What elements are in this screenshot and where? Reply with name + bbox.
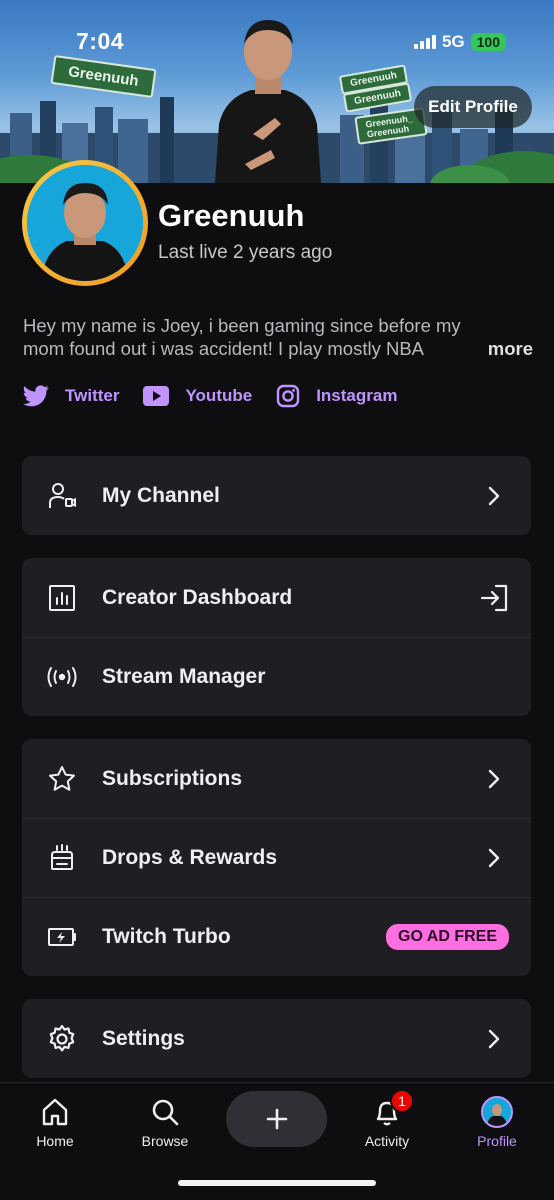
social-link-instagram[interactable]: Instagram — [276, 384, 397, 408]
bio-line-2-text: mom found out i was accident! I play mos… — [23, 338, 425, 359]
instagram-label: Instagram — [316, 386, 398, 405]
card-creator: Creator Dashboard Stream Manager — [22, 558, 531, 716]
status-bar-indicators: 5G 100 — [413, 32, 506, 52]
nav-home[interactable]: Home — [10, 1095, 100, 1149]
nav-browse-label: Browse — [141, 1133, 189, 1149]
social-links: Twitter Youtube Instagram — [23, 384, 421, 408]
twitter-label: Twitter — [65, 386, 120, 405]
chevron-right-icon — [479, 764, 509, 794]
bio-line-1: Hey my name is Joey, i been gaming since… — [23, 315, 461, 336]
bell-icon: 1 — [372, 1089, 414, 1129]
card-account: Subscriptions Drops & Rewards Twitch Tur… — [22, 739, 531, 976]
turbo-battery-icon — [46, 921, 78, 953]
home-icon — [40, 1095, 70, 1129]
menu-item-subscriptions[interactable]: Subscriptions — [22, 739, 531, 818]
nav-profile[interactable]: Profile — [452, 1095, 542, 1149]
profile-banner: Greenuuh Greenuuh Greenuuh Greenuuh_ Gre… — [0, 0, 554, 183]
home-indicator — [178, 1180, 376, 1186]
menu-item-drops-rewards[interactable]: Drops & Rewards — [22, 818, 531, 897]
nav-home-label: Home — [36, 1133, 74, 1149]
banner-person-graphic — [215, 20, 321, 183]
drops-rewards-label: Drops & Rewards — [102, 846, 278, 869]
subscriptions-label: Subscriptions — [102, 766, 243, 790]
my-channel-label: My Channel — [102, 483, 220, 507]
profile-avatar-large[interactable] — [22, 160, 148, 286]
profile-bio: Hey my name is Joey, i been gaming since… — [23, 314, 533, 360]
chevron-right-icon — [479, 843, 509, 873]
menu-item-stream-manager[interactable]: Stream Manager — [22, 637, 531, 716]
go-ad-free-badge[interactable]: GO AD FREE — [386, 924, 509, 950]
channel-user-icon — [46, 480, 78, 512]
nav-activity-label: Activity — [364, 1133, 410, 1149]
twitch-turbo-label: Twitch Turbo — [102, 925, 231, 948]
social-link-twitter[interactable]: Twitter — [23, 385, 119, 407]
dashboard-icon — [46, 582, 78, 614]
avatar-photo — [27, 165, 143, 281]
chevron-right-icon — [479, 1024, 509, 1054]
banner-sign-main: Greenuuh — [50, 54, 157, 99]
status-bar-time: 7:04 — [76, 28, 125, 54]
edit-profile-button[interactable]: Edit Profile — [414, 86, 532, 128]
creator-dashboard-label: Creator Dashboard — [102, 585, 293, 609]
nav-profile-label: Profile — [477, 1133, 517, 1149]
battery-indicator: 100 — [470, 33, 506, 51]
avatar — [481, 1096, 513, 1128]
cellular-signal-icon — [413, 35, 436, 49]
activity-notification-badge: 1 — [390, 1089, 414, 1113]
stream-manager-label: Stream Manager — [102, 665, 266, 688]
bio-line-2: mom found out i was accident! I play mos… — [23, 337, 533, 360]
profile-display-name: Greenuuh — [158, 198, 305, 233]
bio-more-link[interactable]: more — [469, 337, 533, 360]
menu-item-settings[interactable]: Settings — [22, 999, 531, 1078]
card-settings: Settings — [22, 999, 531, 1078]
broadcast-icon — [46, 661, 78, 693]
twitter-icon — [23, 385, 49, 407]
gear-icon — [46, 1023, 78, 1055]
network-type: 5G — [441, 32, 465, 51]
menu-item-my-channel[interactable]: My Channel — [22, 456, 531, 535]
menu-item-twitch-turbo[interactable]: Twitch Turbo GO AD FREE — [22, 897, 531, 976]
menu-item-creator-dashboard[interactable]: Creator Dashboard — [22, 558, 531, 637]
avatar-person-graphic — [27, 165, 143, 281]
social-link-youtube[interactable]: Youtube — [143, 386, 252, 406]
external-login-icon — [479, 583, 509, 613]
profile-nav-avatar — [481, 1095, 513, 1129]
youtube-label: Youtube — [185, 386, 253, 405]
star-icon — [46, 763, 78, 795]
last-live-text: Last live 2 years ago — [158, 242, 333, 263]
youtube-icon — [143, 386, 170, 406]
nav-activity[interactable]: 1 Activity — [342, 1089, 432, 1149]
create-button[interactable] — [226, 1091, 327, 1147]
nav-browse[interactable]: Browse — [120, 1095, 210, 1149]
chevron-right-icon — [479, 481, 509, 511]
search-icon — [150, 1095, 180, 1129]
card-my-channel: My Channel — [22, 456, 531, 535]
drops-chest-icon — [46, 842, 78, 874]
settings-label: Settings — [102, 1026, 185, 1050]
plus-icon — [266, 1108, 287, 1130]
instagram-icon — [277, 384, 300, 408]
